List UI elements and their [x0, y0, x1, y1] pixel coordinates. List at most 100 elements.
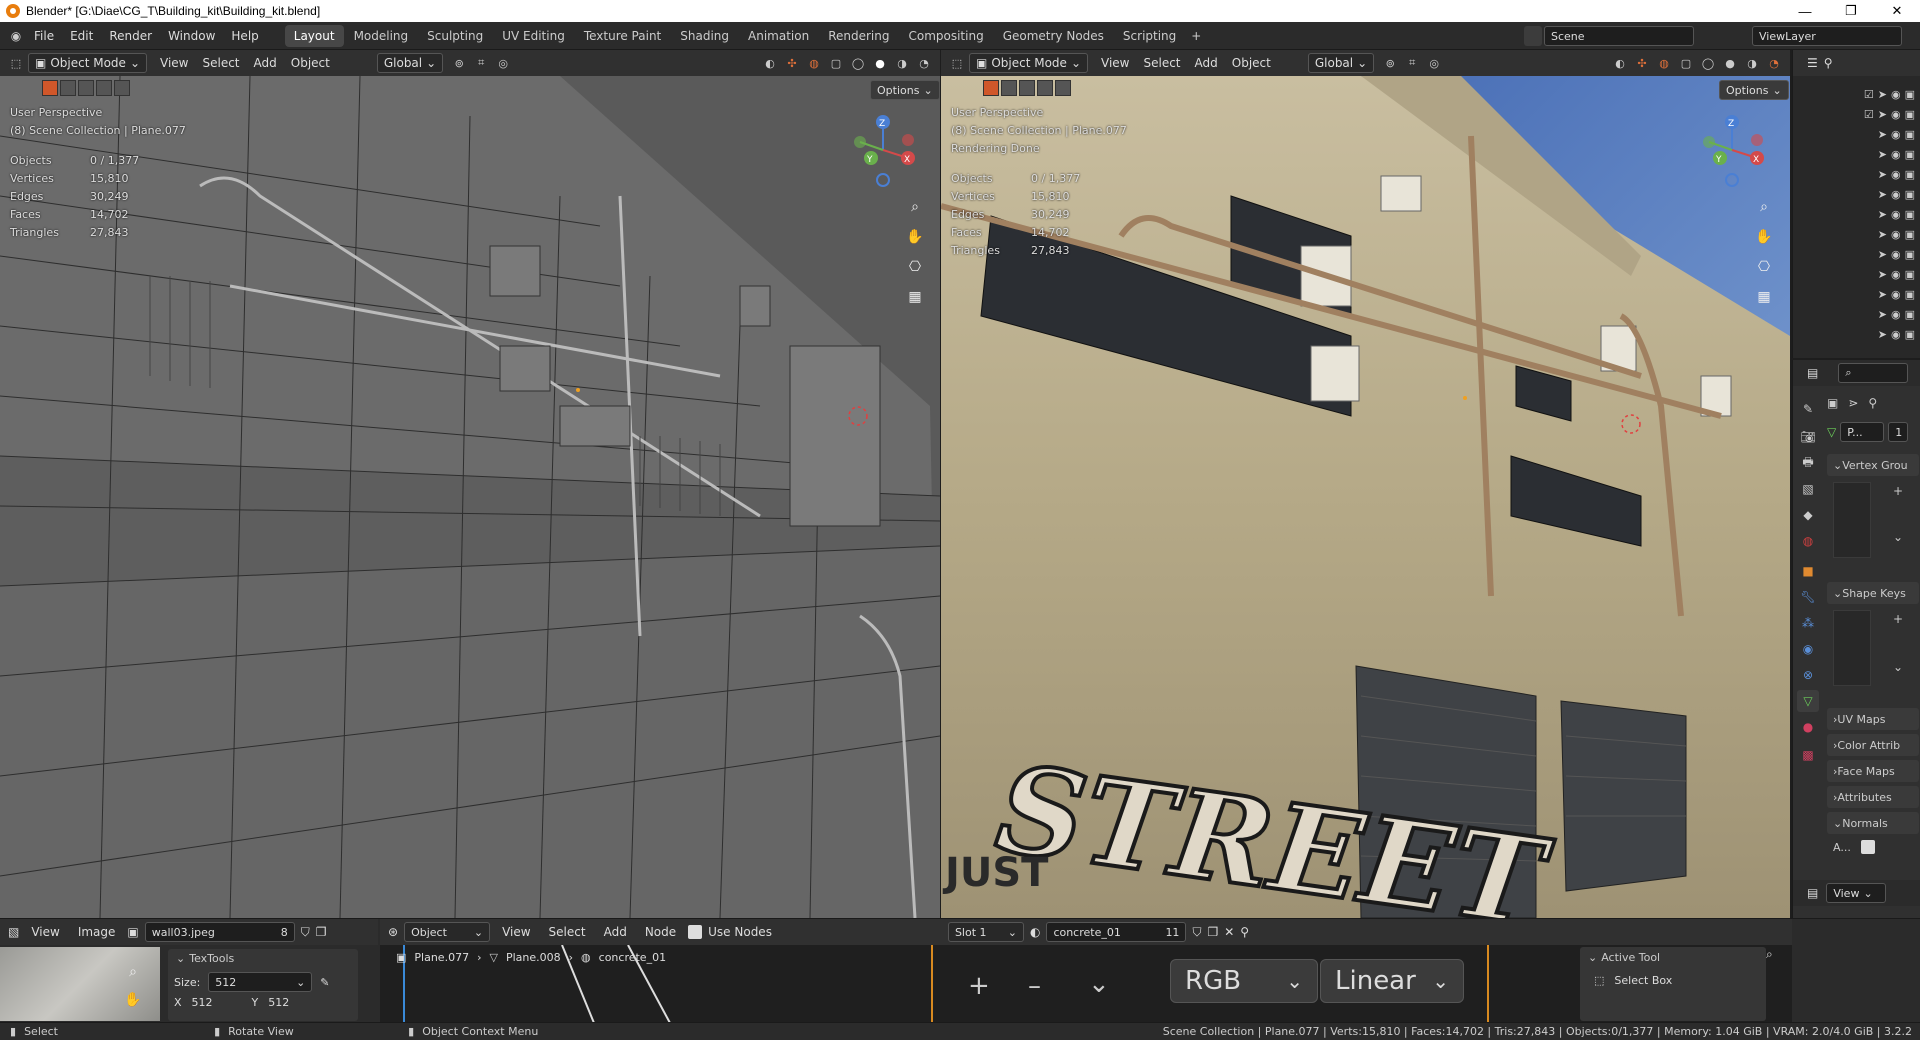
scene-tab-icon[interactable]: ◆ — [1797, 504, 1819, 526]
proportional-icon[interactable]: ◎ — [1424, 54, 1444, 72]
menu-view[interactable]: View — [1094, 56, 1136, 70]
select-extend-icon[interactable] — [60, 80, 76, 96]
size-dropdown[interactable]: 512 ⌄ — [208, 972, 313, 992]
view-layer-tab-icon[interactable]: ▧ — [1797, 478, 1819, 500]
proportional-icon[interactable]: ◎ — [493, 54, 513, 72]
rendered-shading-icon[interactable]: ◔ — [914, 54, 934, 72]
object-data-icon[interactable]: ▣ — [1827, 396, 1838, 410]
material-name-field[interactable]: concrete_01 11 — [1046, 922, 1187, 942]
render-camera-icon[interactable]: ▣ — [1905, 228, 1915, 241]
section-shape-keys[interactable]: ⌄ Shape Keys — [1827, 582, 1919, 604]
select-arrow-icon[interactable]: ➤ — [1878, 308, 1887, 321]
outliner-row[interactable]: ➤ ◉ ▣ — [1793, 144, 1920, 164]
render-camera-icon[interactable]: ▣ — [1905, 328, 1915, 341]
rendered-shading-icon[interactable]: ◔ — [1764, 54, 1784, 72]
eye-icon[interactable]: ◉ — [1891, 288, 1901, 301]
select-extend-icon[interactable] — [1001, 80, 1017, 96]
node-editor-icon[interactable]: ⊛ — [388, 925, 398, 939]
chevron-down-icon[interactable]: ⌄ — [1893, 660, 1903, 674]
select-invert-icon[interactable] — [1037, 80, 1053, 96]
eye-icon[interactable]: ◉ — [1891, 188, 1901, 201]
fake-user-icon[interactable]: ⛉ — [301, 925, 310, 940]
duplicate-icon[interactable]: ❐ — [1207, 925, 1218, 939]
zoom-icon[interactable]: ⌕ — [1751, 194, 1777, 220]
render-camera-icon[interactable]: ▣ — [1905, 128, 1915, 141]
tab-rendering[interactable]: Rendering — [819, 25, 898, 47]
tab-shading[interactable]: Shading — [671, 25, 738, 47]
eye-icon[interactable]: ◉ — [1891, 228, 1901, 241]
gizmo-icon[interactable]: ✣ — [782, 54, 802, 72]
select-arrow-icon[interactable]: ➤ — [1878, 268, 1887, 281]
menu-help[interactable]: Help — [223, 22, 266, 50]
select-subtract-icon[interactable] — [1019, 80, 1035, 96]
camera-icon[interactable]: ⎔ — [902, 254, 928, 280]
eye-icon[interactable]: ◉ — [1891, 108, 1901, 121]
pivot-icon[interactable]: ⊚ — [449, 54, 469, 72]
fake-user-icon[interactable]: ⛉ — [1192, 925, 1201, 940]
select-invert-icon[interactable] — [96, 80, 112, 96]
outliner-row[interactable]: ➤ ◉ ▣ — [1793, 264, 1920, 284]
pan-hand-icon[interactable]: ✋ — [120, 987, 146, 1013]
breadcrumb-object[interactable]: Plane.077 — [414, 951, 469, 964]
breadcrumb-material[interactable]: concrete_01 — [599, 951, 666, 964]
editor-type-icon[interactable]: ⬚ — [6, 54, 26, 72]
pivot-icon[interactable]: ⊚ — [1380, 54, 1400, 72]
visibility-icon[interactable]: ◐ — [760, 54, 780, 72]
pin-icon[interactable]: ⚲ — [1240, 925, 1249, 939]
render-tab-icon[interactable]: 📷︎ — [1797, 426, 1819, 448]
particles-tab-icon[interactable]: ⁂ — [1797, 612, 1819, 634]
render-camera-icon[interactable]: ▣ — [1905, 268, 1915, 281]
outliner-row[interactable]: ➤ ◉ ▣ — [1793, 324, 1920, 344]
zoom-icon[interactable]: ⌕ — [902, 194, 928, 220]
tab-uv-editing[interactable]: UV Editing — [493, 25, 574, 47]
modifier-tab-icon[interactable]: 🔧︎ — [1797, 586, 1819, 608]
select-intersect-icon[interactable] — [1055, 80, 1071, 96]
select-arrow-icon[interactable]: ➤ — [1878, 148, 1887, 161]
add-icon[interactable]: + — [968, 971, 990, 1001]
viewport-rendered[interactable]: STREET JUST User Perspective (8) Scene C… — [941, 76, 1790, 918]
close-icon[interactable]: ✕ — [1874, 0, 1920, 22]
menu-file[interactable]: File — [26, 22, 62, 50]
menu-edit[interactable]: Edit — [62, 22, 101, 50]
select-new-icon[interactable] — [42, 80, 58, 96]
y-field[interactable]: 512 — [268, 996, 289, 1009]
view-dropdown[interactable]: View ⌄ — [1826, 883, 1887, 903]
camera-icon[interactable]: ⎔ — [1751, 254, 1777, 280]
pan-hand-icon[interactable]: ✋ — [902, 224, 928, 250]
tab-animation[interactable]: Animation — [739, 25, 818, 47]
material-shading-icon[interactable]: ◑ — [1742, 54, 1762, 72]
color-mode-dropdown[interactable]: RGB ⌄ — [1170, 959, 1318, 1003]
visibility-icon[interactable]: ◐ — [1610, 54, 1630, 72]
chevron-down-icon[interactable]: ⌄ — [1088, 969, 1110, 999]
select-arrow-icon[interactable]: ➤ — [1878, 188, 1887, 201]
tool-tab-icon[interactable]: ✎ — [1797, 398, 1819, 420]
checkbox-icon[interactable]: ☑ — [1864, 88, 1874, 101]
eye-icon[interactable]: ◉ — [1891, 88, 1901, 101]
output-tab-icon[interactable]: 🖶︎ — [1797, 452, 1819, 474]
wireframe-shading-icon[interactable]: ◯ — [848, 54, 868, 72]
add-icon[interactable]: + — [1893, 484, 1903, 498]
menu-view[interactable]: View — [25, 925, 65, 939]
gizmo-icon[interactable]: ✣ — [1632, 54, 1652, 72]
outliner-editor-icon[interactable]: ☰ — [1807, 56, 1818, 70]
section-uv-maps[interactable]: › UV Maps — [1827, 708, 1919, 730]
pin-icon[interactable]: ⚲ — [1868, 396, 1877, 410]
overlay-icon[interactable]: ◍ — [804, 54, 824, 72]
mode-dropdown[interactable]: ▣ Object Mode ⌄ — [28, 53, 147, 73]
select-arrow-icon[interactable]: ➤ — [1878, 108, 1887, 121]
auto-smooth-checkbox[interactable] — [1860, 840, 1875, 854]
snap-icon[interactable]: ⌗ — [1402, 54, 1422, 72]
minimize-icon[interactable]: — — [1782, 0, 1828, 22]
select-arrow-icon[interactable]: ➤ — [1878, 288, 1887, 301]
scene-field[interactable]: Scene — [1544, 26, 1694, 46]
navigation-gizmo[interactable]: Z X Y — [848, 112, 918, 192]
select-intersect-icon[interactable] — [114, 80, 130, 96]
vertex-icon[interactable]: ⋗ — [1848, 396, 1858, 410]
render-camera-icon[interactable]: ▣ — [1905, 168, 1915, 181]
select-arrow-icon[interactable]: ➤ — [1878, 168, 1887, 181]
menu-add[interactable]: Add — [247, 56, 284, 70]
node-canvas[interactable]: ▣ Plane.077 › ▽ Plane.008 › ◍ concrete_0… — [380, 945, 1792, 1023]
outliner-row[interactable]: ☑ ➤ ◉ ▣ — [1793, 84, 1920, 104]
orientation-dropdown[interactable]: Global ⌄ — [376, 53, 444, 73]
select-arrow-icon[interactable]: ➤ — [1878, 228, 1887, 241]
